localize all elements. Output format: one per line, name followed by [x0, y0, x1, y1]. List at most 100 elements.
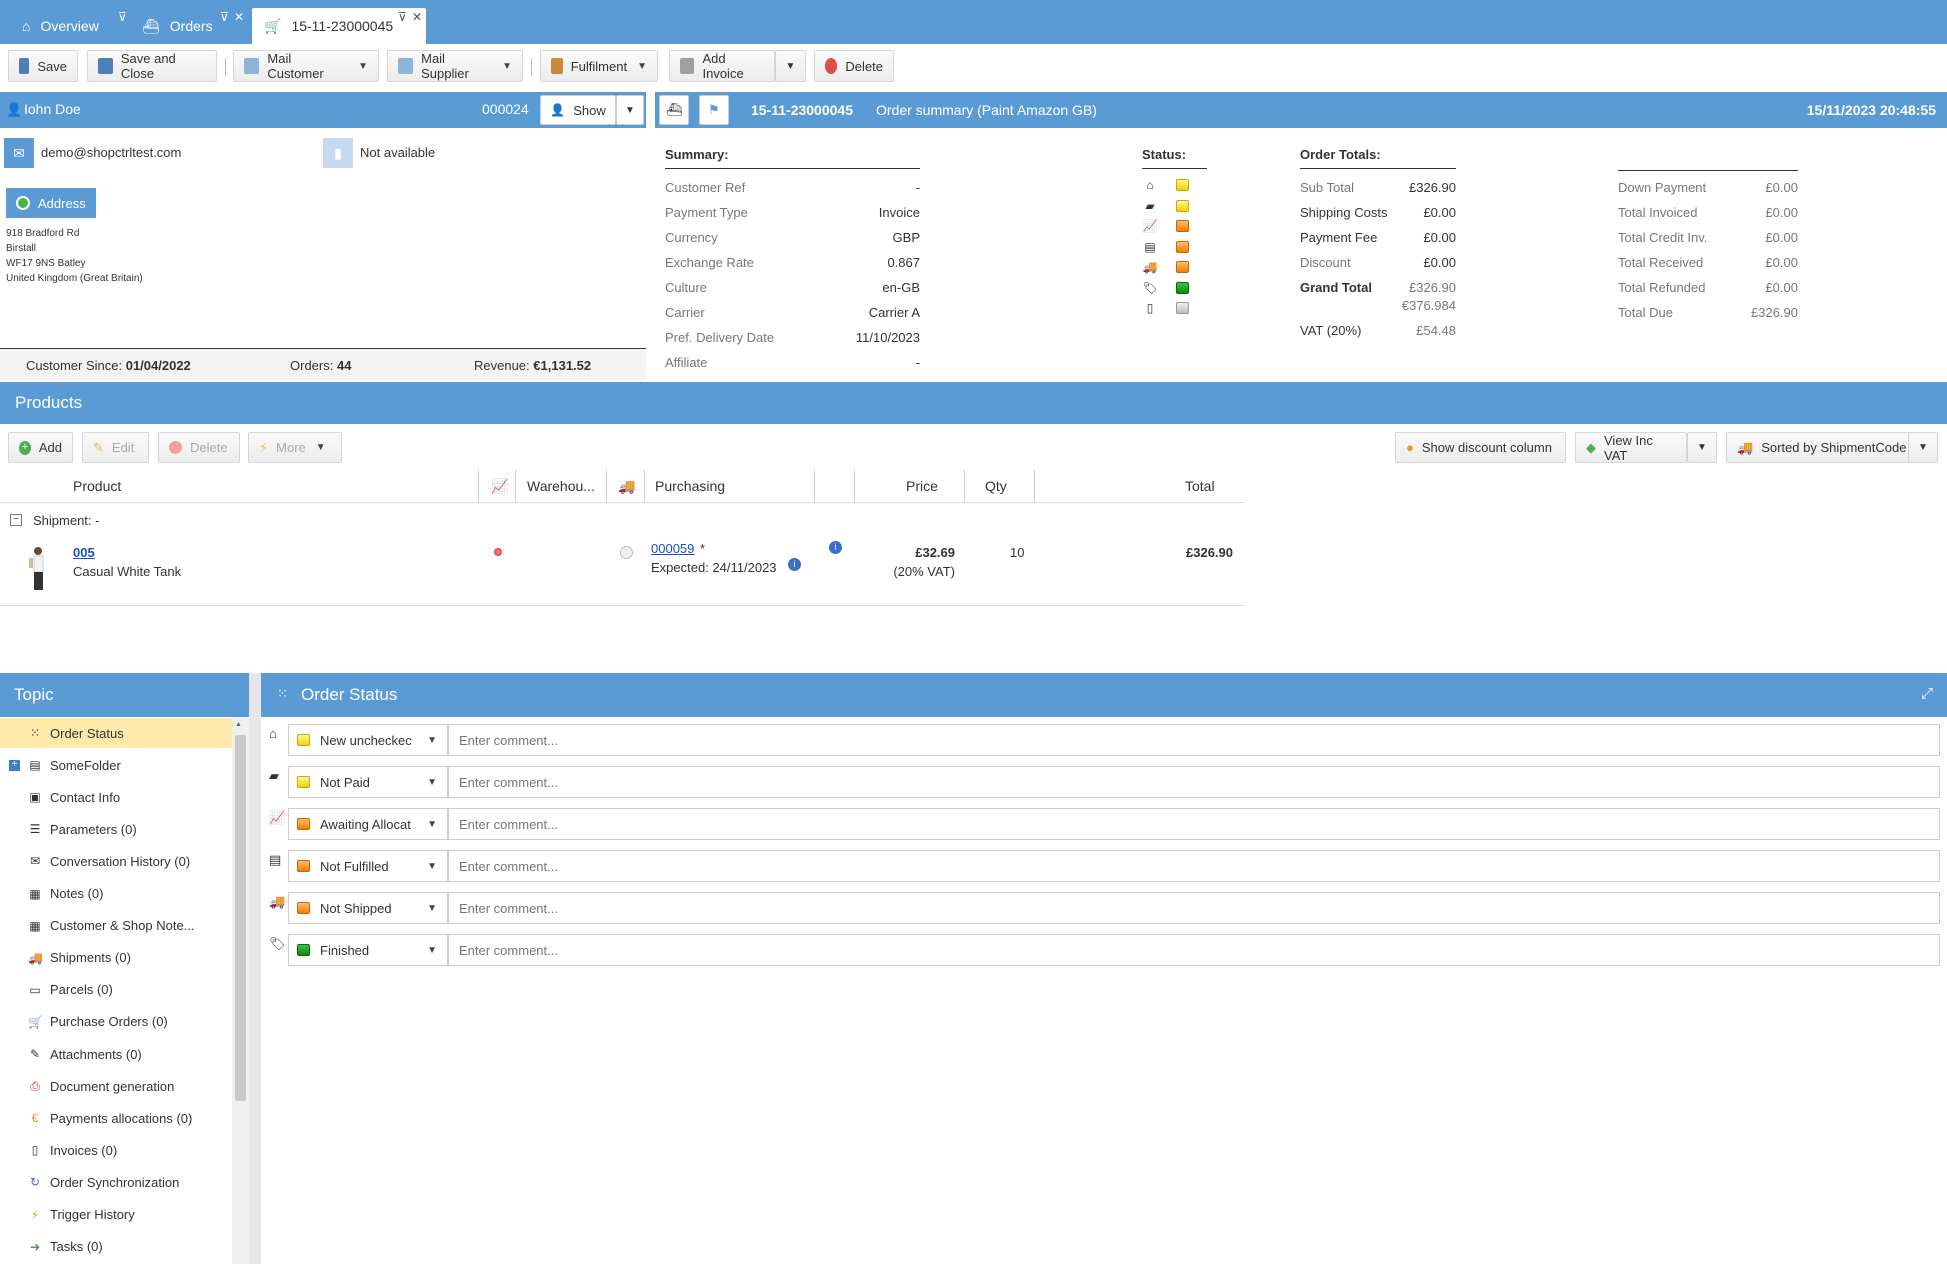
table-row[interactable]: 005 Casual White Tank 000059 * Expected:… — [0, 532, 1244, 606]
topic-item-customer-shop-note[interactable]: ▦ Customer & Shop Note... — [0, 911, 232, 941]
topic-item-shipments-0[interactable]: 🚚 Shipments (0) — [0, 943, 232, 973]
topic-item-order-status[interactable]: ⁙ Order Status — [0, 718, 232, 748]
add-invoice-button[interactable]: Add Invoice — [669, 50, 775, 82]
status-comment-input[interactable] — [448, 724, 1940, 756]
box-icon: ▤ — [269, 852, 282, 867]
summary-value: GBP — [892, 230, 920, 245]
info-icon[interactable]: i — [788, 558, 801, 571]
column-warehouse[interactable]: Warehou... — [527, 478, 595, 494]
column-price[interactable]: Price — [906, 478, 938, 494]
save-and-close-button[interactable]: Save and Close — [87, 50, 217, 82]
column-qty[interactable]: Qty — [985, 478, 1007, 494]
purchase-order-link[interactable]: 000059 — [651, 541, 694, 556]
status-comment-input[interactable] — [448, 934, 1940, 966]
order-title: Order summary (Paint Amazon GB) — [876, 102, 1097, 118]
address-button[interactable]: Address — [6, 188, 96, 218]
topic-item-label: Purchase Orders (0) — [50, 1014, 168, 1030]
topic-item-label: Contact Info — [50, 789, 121, 805]
tab-order-15-11-23000045[interactable]: 🛒 15-11-23000045 ⊽ ✕ — [252, 8, 426, 44]
show-discount-column-button[interactable]: ● Show discount column — [1395, 432, 1566, 463]
edit-product-button[interactable]: ✎ Edit — [82, 432, 149, 463]
customer-email[interactable]: demo@shopctrltest.com — [41, 145, 181, 160]
status-indicator-yellow — [297, 734, 310, 746]
topic-item-document-generation[interactable]: ⎙ Document generation — [0, 1071, 232, 1101]
info-icon[interactable]: i — [829, 541, 842, 554]
sorted-by-button[interactable]: 🚚 Sorted by ShipmentCode — [1726, 432, 1920, 463]
close-icon[interactable]: ✕ — [412, 10, 422, 24]
topic-item-conversation-history-0[interactable]: ✉ Conversation History (0) — [0, 846, 232, 876]
more-button[interactable]: ⚡ More ▼ — [248, 432, 342, 463]
topic-item-parameters-0[interactable]: ☰ Parameters (0) — [0, 814, 232, 844]
fulfilment-button[interactable]: Fulfilment ▼ — [540, 50, 658, 82]
save-button[interactable]: Save — [8, 50, 78, 82]
topic-item-invoices-0[interactable]: ▯ Invoices (0) — [0, 1135, 232, 1165]
status-comment-input[interactable] — [448, 766, 1940, 798]
add-product-button[interactable]: + Add — [8, 432, 73, 463]
expand-icon[interactable]: ⤢ — [1921, 685, 1933, 702]
topic-item-contact-info[interactable]: ▣ Contact Info — [0, 782, 232, 812]
tab-menu-icon[interactable]: ⊽ — [220, 10, 229, 24]
box-icon — [551, 58, 563, 74]
toolbar: Save Save and Close Mail Customer ▼ Mail… — [0, 44, 1947, 88]
tab-overview[interactable]: ⌂ Overview ⊽ — [10, 8, 130, 44]
panel-splitter[interactable] — [249, 673, 261, 1264]
topic-item-somefolder[interactable]: + ▤ SomeFolder — [0, 750, 232, 780]
column-total[interactable]: Total — [1185, 478, 1215, 494]
delete-product-button[interactable]: Delete — [158, 432, 240, 463]
topic-scrollbar[interactable]: ▲ — [232, 717, 249, 1264]
money-icon: ◆ — [1586, 439, 1596, 455]
revenue-value: €1,131.52 — [533, 358, 592, 373]
topic-item-purchase-orders-0[interactable]: 🛒 Purchase Orders (0) — [0, 1007, 232, 1037]
status-select[interactable]: New uncheckec ▼ — [288, 724, 448, 756]
email-icon: ✉ — [4, 138, 34, 168]
status-comment-input[interactable] — [448, 892, 1940, 924]
scroll-up-icon[interactable]: ▲ — [235, 721, 242, 728]
topic-item-trigger-history[interactable]: ⚡ Trigger History — [0, 1200, 232, 1230]
view-inc-vat-button[interactable]: ◆ View Inc VAT — [1575, 432, 1687, 463]
expand-icon[interactable]: + — [9, 759, 20, 771]
order-icon: 🛒 — [264, 17, 282, 34]
close-icon[interactable]: ✕ — [234, 10, 244, 24]
delete-button[interactable]: Delete — [814, 50, 894, 82]
flag-button[interactable]: ⚑ — [699, 95, 729, 125]
status-indicator-orange — [297, 902, 310, 914]
status-select[interactable]: Not Fulfilled ▼ — [288, 850, 448, 882]
status-select[interactable]: Not Shipped ▼ — [288, 892, 448, 924]
topic-item-payments-allocations-0[interactable]: € Payments allocations (0) — [0, 1103, 232, 1133]
topic-item-attachments-0[interactable]: ✎ Attachments (0) — [0, 1039, 232, 1069]
column-purchasing[interactable]: Purchasing — [655, 478, 725, 494]
mail-supplier-button[interactable]: Mail Supplier ▼ — [387, 50, 523, 82]
mail-customer-button[interactable]: Mail Customer ▼ — [233, 50, 379, 82]
topic-item-tasks-0[interactable]: ➔ Tasks (0) — [0, 1232, 232, 1262]
tab-menu-icon[interactable]: ⊽ — [118, 10, 127, 24]
status-comment-input[interactable] — [448, 808, 1940, 840]
status-comment-input[interactable] — [448, 850, 1940, 882]
collapse-icon[interactable]: − — [10, 514, 22, 526]
summary-value: 11/10/2023 — [855, 330, 920, 345]
topic-item-notes-0[interactable]: ▦ Notes (0) — [0, 879, 232, 909]
status-select-value: Not Paid — [320, 774, 370, 790]
topic-item-parcels-0[interactable]: ▭ Parcels (0) — [0, 975, 232, 1005]
scrollbar-thumb[interactable] — [235, 735, 246, 1101]
topic-item-order-synchronization[interactable]: ↻ Order Synchronization — [0, 1167, 232, 1197]
tab-orders[interactable]: ⛴ Orders ⊽ ✕ — [130, 8, 252, 44]
status-select[interactable]: Not Paid ▼ — [288, 766, 448, 798]
status-select[interactable]: Awaiting Allocat ▼ — [288, 808, 448, 840]
customer-stats-bar: Customer Since: 01/04/2022 Orders: 44 Re… — [0, 348, 646, 380]
chevron-down-icon: ▼ — [427, 944, 437, 956]
status-indicator-orange — [1176, 240, 1189, 253]
show-dropdown-button[interactable]: ▼ — [616, 95, 644, 125]
column-product[interactable]: Product — [73, 478, 121, 494]
product-code-link[interactable]: 005 — [73, 545, 95, 560]
sorted-dropdown-button[interactable]: ▼ — [1908, 432, 1938, 463]
view-vat-dropdown-button[interactable]: ▼ — [1687, 432, 1717, 463]
show-customer-button[interactable]: 👤 Show — [540, 95, 616, 125]
tab-menu-icon[interactable]: ⊽ — [398, 10, 407, 24]
grid-icon: ⁙ — [29, 726, 41, 740]
tag-icon: 🏷 — [1142, 280, 1158, 295]
customer-address: 918 Bradford Rd Birstall WF17 9NS Batley… — [6, 226, 143, 286]
status-select[interactable]: Finished ▼ — [288, 934, 448, 966]
ship-button[interactable]: ⛴ — [659, 95, 689, 125]
invoice-icon — [680, 58, 695, 74]
add-invoice-dropdown-button[interactable]: ▼ — [775, 50, 806, 82]
